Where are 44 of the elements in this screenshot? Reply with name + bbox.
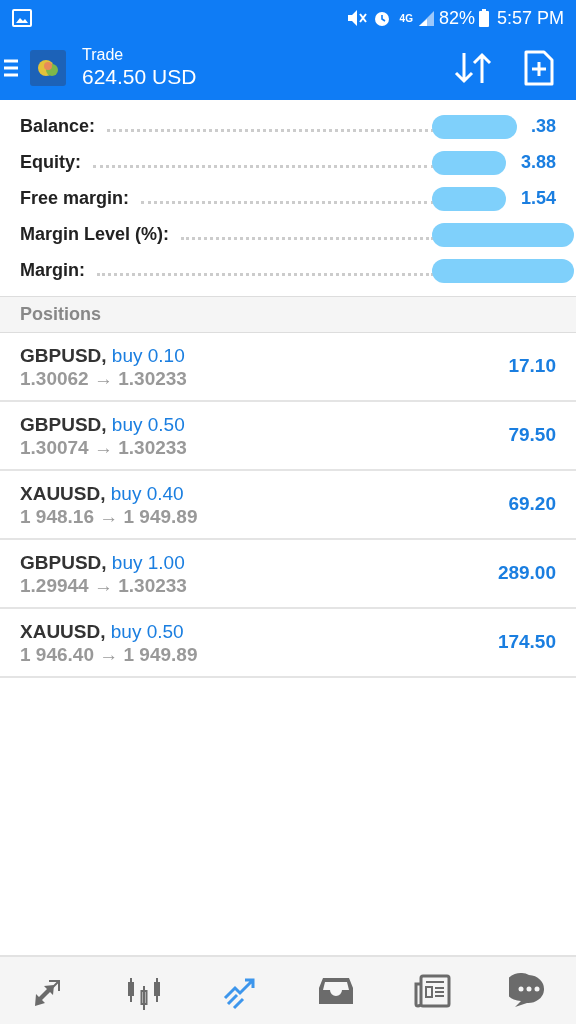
position-prices: 1 948.16 → 1 949.89 [20,505,198,527]
position-prices: 1 946.40 → 1 949.89 [20,643,198,665]
position-row[interactable]: GBPUSD, buy 0.50 1.30074 → 1.30233 79.50 [0,402,576,471]
position-profit: 289.00 [497,561,556,586]
summary-label: Margin Level (%): [20,222,170,246]
summary-value: .38 [530,115,556,136]
summary-label: Balance: [20,114,96,138]
position-profit: 174.50 [497,630,556,655]
account-equity: 624.50 USD [82,64,198,90]
position-symbol: GBPUSD, [20,344,107,366]
position-volume: buy 0.40 [110,482,184,504]
app-title: Trade [82,46,125,64]
app-logo-icon [30,50,66,86]
position-volume: buy 0.50 [111,413,185,435]
position-row[interactable]: GBPUSD, buy 1.00 1.29944 → 1.30233 289.00 [0,540,576,609]
summary-value: 3.88 [520,151,556,172]
position-prices: 1.30062 → 1.30233 [20,367,187,389]
position-row[interactable]: XAUUSD, buy 0.40 1 948.16 → 1 949.89 69.20 [0,471,576,540]
position-symbol: XAUUSD, [20,482,106,504]
position-prices: 1.29944 → 1.30233 [20,574,187,596]
summary-label: Equity: [20,150,81,174]
mute-icon [345,8,368,28]
clock: 5:57 PM [496,6,564,30]
position-profit: 17.10 [508,354,556,379]
position-symbol: GBPUSD, [20,413,107,435]
chat-bubble-icon [509,971,547,1010]
battery-level: 82% [438,6,475,30]
summary-value: 1.54 [520,187,556,208]
position-profit: 79.50 [508,423,556,448]
position-volume: buy 1.00 [111,551,185,573]
position-symbol: GBPUSD, [20,551,107,573]
section-header: Positions [20,303,101,326]
position-prices: 1.30074 → 1.30233 [20,436,187,458]
image-icon [12,9,32,27]
summary-label: Free margin: [20,186,130,210]
position-symbol: XAUUSD, [20,620,106,642]
position-volume: buy 0.50 [110,620,184,642]
battery-icon [478,9,489,27]
position-row[interactable]: GBPUSD, buy 0.10 1.30062 → 1.30233 17.10 [0,333,576,402]
position-volume: buy 0.10 [111,344,185,366]
position-profit: 69.20 [508,492,556,517]
position-row[interactable]: XAUUSD, buy 0.50 1 946.40 → 1 949.89 174.50 [0,609,576,678]
summary-label: Margin: [20,258,85,282]
network-label: 4G [399,11,413,26]
